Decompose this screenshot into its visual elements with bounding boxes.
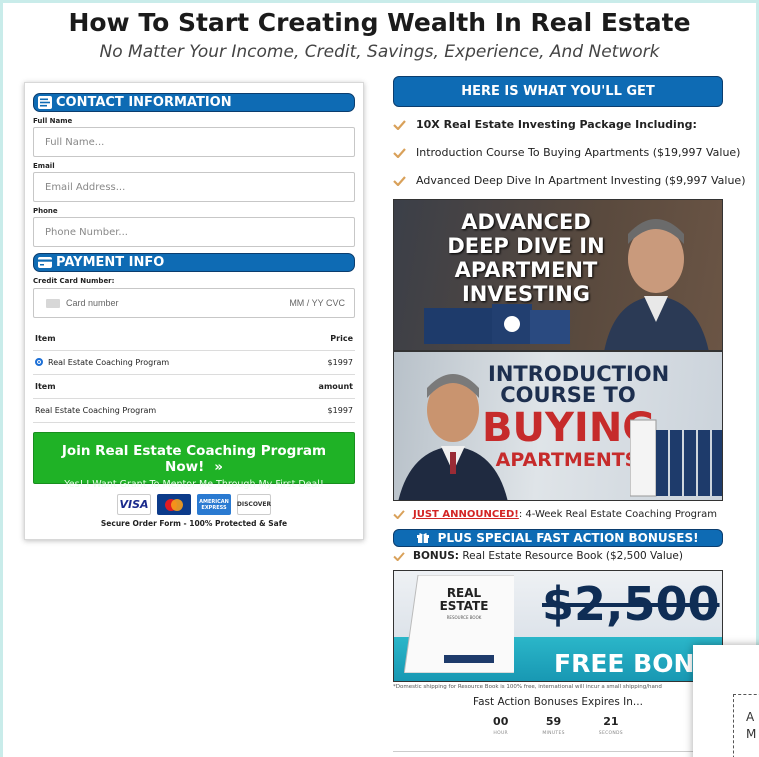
- check-icon: [393, 148, 406, 158]
- divider: [393, 751, 721, 752]
- phone-label: Phone: [33, 207, 58, 215]
- payment-info-heading: PAYMENT INFO: [56, 255, 165, 270]
- order-form-card: CONTACT INFORMATION Full Name Email Phon…: [24, 82, 364, 540]
- resource-book-image: REAL ESTATE RESOURCE BOOK $2,500 FREE BO…: [393, 570, 723, 682]
- list-icon: [38, 96, 52, 109]
- table-header: Item Price: [33, 327, 355, 351]
- offer-heading: HERE IS WHAT YOU'LL GET: [393, 76, 723, 107]
- benefit-text: Introduction Course To Buying Apartments…: [416, 146, 741, 159]
- book-subtitle: RESOURCE BOOK: [446, 615, 482, 620]
- col-price: Price: [330, 334, 353, 343]
- bonus-heading-bar: PLUS SPECIAL FAST ACTION BONUSES!: [393, 529, 723, 547]
- timer-seconds: 21 SECONDS: [599, 715, 623, 736]
- popup-content: A M: [733, 694, 759, 757]
- product-name: Real Estate Coaching Program: [48, 358, 170, 367]
- email-label: Email: [33, 162, 55, 170]
- check-icon: [393, 176, 406, 186]
- full-name-label: Full Name: [33, 117, 73, 125]
- summary-item: Real Estate Coaching Program: [35, 406, 157, 415]
- timer-unit: HOUR: [493, 731, 508, 736]
- payment-cards: VISA AMERICAN EXPRESS DISCOVER: [33, 494, 355, 515]
- bonus-item: BONUS: Real Estate Resource Book ($2,500…: [393, 547, 723, 566]
- col-amount: amount: [318, 382, 353, 391]
- advanced-course-image: ADVANCED DEEP DIVE IN APARTMENT INVESTIN…: [393, 199, 723, 351]
- summary-amount: $1997: [327, 406, 353, 415]
- intro-course-title-c: APARTMENTS: [495, 449, 639, 471]
- chevron-right-icon: »: [214, 459, 223, 475]
- check-icon: [393, 552, 405, 561]
- announce-text: : 4-Week Real Estate Coaching Program: [518, 509, 718, 520]
- card-number-placeholder: Card number: [66, 298, 119, 308]
- advanced-course-title: ADVANCED DEEP DIVE IN APARTMENT INVESTIN…: [447, 210, 605, 306]
- check-icon: [393, 120, 406, 130]
- intro-course-image: INTRODUCTION COURSE TO BUYING APARTMENTS: [393, 351, 723, 501]
- page-title: How To Start Creating Wealth In Real Est…: [68, 8, 691, 37]
- page-subtitle: No Matter Your Income, Credit, Savings, …: [99, 42, 660, 62]
- intro-course-title-a: INTRODUCTION COURSE TO: [488, 362, 670, 407]
- presenter-photo: [604, 219, 709, 350]
- credit-card-icon: [38, 257, 52, 268]
- shipping-note: *Domestic shipping for Resource Book is …: [393, 684, 662, 690]
- col-item: Item: [35, 334, 56, 343]
- check-icon: [393, 510, 405, 519]
- timer-value: 00: [493, 715, 509, 728]
- radio-selected-icon[interactable]: [35, 358, 43, 366]
- bonus-expires-text: Fast Action Bonuses Expires In...: [473, 696, 643, 708]
- summary-header: Item amount: [33, 375, 355, 399]
- announce-item: JUST ANNOUNCED!: 4-Week Real Estate Coac…: [393, 503, 723, 526]
- discover-icon: DISCOVER: [237, 494, 271, 515]
- bonus-text: Real Estate Resource Book ($2,500 Value): [459, 550, 683, 562]
- popup-line: M: [746, 727, 757, 741]
- payment-info-header: PAYMENT INFO: [33, 253, 355, 272]
- cta-sub-label: Yes! I Want Grant To Mentor Me Through M…: [64, 479, 324, 490]
- email-input[interactable]: [33, 172, 355, 202]
- product-bundle-image: [424, 304, 570, 344]
- mastercard-icon: [157, 494, 191, 515]
- benefit-text: Advanced Deep Dive In Apartment Investin…: [416, 174, 746, 187]
- timer-minutes: 59 MINUTES: [542, 715, 564, 736]
- intro-product-bundle: [630, 419, 722, 497]
- visa-icon: VISA: [117, 494, 151, 515]
- summary-row: Real Estate Coaching Program $1997: [33, 399, 355, 423]
- timer-hours: 00 HOUR: [493, 715, 508, 736]
- benefit-item: Advanced Deep Dive In Apartment Investin…: [393, 167, 746, 195]
- intro-course-title-b: BUYING: [482, 405, 656, 451]
- contact-info-heading: CONTACT INFORMATION: [56, 95, 232, 110]
- bonus-label: BONUS:: [413, 550, 460, 562]
- popup-window[interactable]: A M: [693, 645, 759, 757]
- phone-input[interactable]: [33, 217, 355, 247]
- countdown-timer: 00 HOUR 59 MINUTES 21 SECONDS: [393, 715, 723, 736]
- full-name-input[interactable]: [33, 127, 355, 157]
- card-number-field[interactable]: Card number MM / YY CVC: [33, 288, 355, 318]
- product-table: Item Price Real Estate Coaching Program …: [33, 327, 355, 423]
- card-number-label: Credit Card Number:: [33, 277, 115, 285]
- table-row[interactable]: Real Estate Coaching Program $1997: [33, 351, 355, 375]
- book-value: $2,500: [542, 577, 720, 631]
- secure-order-text: Secure Order Form - 100% Protected & Saf…: [100, 519, 288, 528]
- col-item: Item: [35, 382, 56, 391]
- join-program-button[interactable]: Join Real Estate Coaching Program Now!» …: [33, 432, 355, 490]
- timer-value: 21: [603, 715, 619, 728]
- timer-value: 59: [545, 715, 562, 728]
- timer-unit: SECONDS: [598, 731, 623, 736]
- product-price: $1997: [327, 358, 353, 367]
- card-icon: [46, 299, 60, 308]
- just-announced-link[interactable]: JUST ANNOUNCED!: [413, 509, 519, 520]
- timer-unit: MINUTES: [542, 731, 565, 736]
- gift-icon: [417, 531, 430, 543]
- bonus-heading: PLUS SPECIAL FAST ACTION BONUSES!: [437, 531, 699, 545]
- cta-main-label: Join Real Estate Coaching Program Now!: [61, 443, 327, 475]
- benefit-item: Introduction Course To Buying Apartments…: [393, 139, 740, 167]
- amex-icon: AMERICAN EXPRESS: [197, 494, 231, 515]
- book-title: REAL ESTATE: [439, 586, 489, 613]
- card-expiry-cvc-placeholder: MM / YY CVC: [289, 298, 345, 308]
- benefit-text: 10X Real Estate Investing Package Includ…: [416, 118, 697, 131]
- offer-column: HERE IS WHAT YOU'LL GET 10X Real Estate …: [393, 76, 746, 736]
- contact-info-header: CONTACT INFORMATION: [33, 93, 355, 112]
- popup-line: A: [746, 710, 755, 724]
- product-option[interactable]: Real Estate Coaching Program: [35, 358, 169, 367]
- benefit-item: 10X Real Estate Investing Package Includ…: [393, 111, 723, 139]
